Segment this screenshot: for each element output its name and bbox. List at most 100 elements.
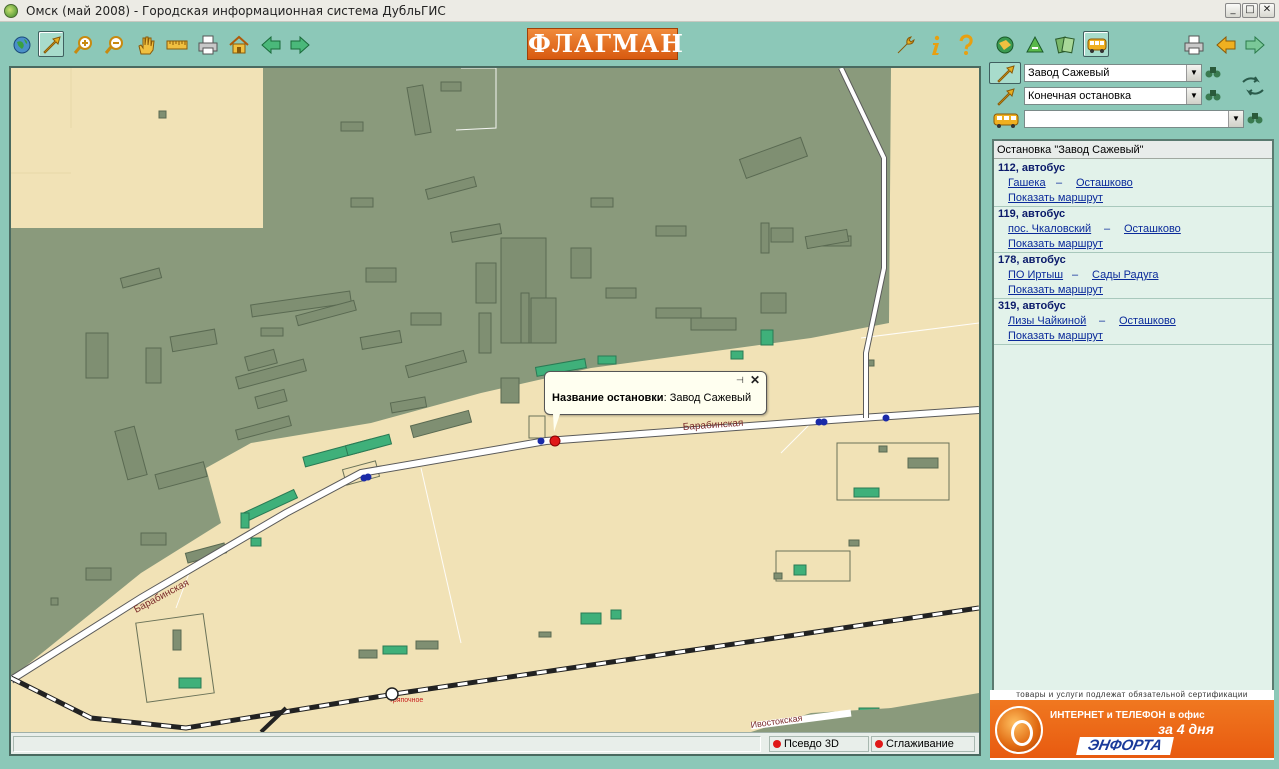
close-button[interactable]: ✕ [1259, 3, 1275, 18]
city-search-icon [996, 36, 1014, 54]
forward-arrow-icon [290, 35, 310, 55]
route-to-link[interactable]: Осташково [1076, 177, 1133, 189]
ruler-button[interactable] [163, 31, 189, 57]
home-icon [229, 35, 249, 54]
zoom-out-icon [104, 36, 123, 54]
red-dot-icon [773, 740, 781, 748]
stop-name-popup: ⊣ ✕ Название остановки: Завод Сажевый [544, 371, 767, 432]
ad-line1-small: в офис [1169, 710, 1205, 721]
select-arrow-button[interactable] [38, 31, 64, 57]
panel-back-button[interactable] [1212, 31, 1238, 57]
city-map[interactable]: Барабинская Барабинская Ивостокская Тряп… [11, 68, 979, 732]
stop-header: Остановка "Завод Сажевый" [994, 141, 1272, 159]
forward-arrow-icon [1245, 35, 1265, 55]
minimize-button[interactable]: _ [1225, 3, 1241, 18]
selected-bus-stop-marker[interactable] [549, 435, 561, 447]
route-search-panel: Завод Сажевый ▼ Конечная остановка ▼ ▼ Ост… [985, 62, 1279, 769]
help-button[interactable] [952, 31, 978, 57]
pin-icon[interactable]: ⊣ [736, 375, 744, 386]
info-icon [932, 35, 940, 55]
bus-route-button[interactable] [1083, 31, 1109, 57]
show-route-link[interactable]: Показать маршрут [1008, 330, 1103, 342]
ad-certification-note: товары и услуги подлежат обязательной се… [1016, 690, 1248, 699]
app-globe-icon [4, 4, 18, 18]
binoculars-icon[interactable] [1205, 88, 1221, 102]
address-search-icon [1026, 35, 1044, 53]
ad-brand: ЭНФОРТА [1076, 737, 1174, 755]
map-view[interactable]: Барабинская Барабинская Ивостокская Тряп… [9, 66, 981, 756]
home-button[interactable] [225, 31, 251, 57]
select-arrow-icon [997, 65, 1015, 83]
select-arrow-icon [43, 36, 61, 54]
flagman-logo[interactable]: ФЛАГМАН [527, 28, 683, 60]
status-bar: Псевдо 3D Сглаживание [11, 732, 979, 754]
ruler-icon [166, 40, 188, 50]
main-toolbar: ФЛАГМАН [0, 23, 1279, 63]
pan-hand-button[interactable] [132, 31, 158, 57]
title-bar: Омск (май 2008) - Городская информационн… [0, 0, 1279, 22]
route-from-link[interactable]: пос. Чкаловский [1008, 223, 1091, 235]
show-route-link[interactable]: Показать маршрут [1008, 192, 1103, 204]
zoom-in-button[interactable] [70, 31, 96, 57]
route-to-link[interactable]: Осташково [1124, 223, 1181, 235]
city-search-button[interactable] [991, 31, 1017, 57]
smoothing-toggle[interactable]: Сглаживание [871, 736, 975, 752]
smoothing-label: Сглаживание [886, 738, 954, 750]
globe-icon [13, 36, 31, 54]
forward-button[interactable] [286, 31, 312, 57]
wrench-icon [897, 36, 915, 54]
globe-button[interactable] [8, 31, 34, 57]
bus-stop-marker[interactable] [882, 414, 890, 422]
panel-forward-button[interactable] [1241, 31, 1267, 57]
back-button[interactable] [257, 31, 283, 57]
ad-headline: ИНТЕРНЕТ и ТЕЛЕФОН в офис [1050, 706, 1205, 721]
show-route-link[interactable]: Показать маршрут [1008, 284, 1103, 296]
zoom-out-button[interactable] [101, 31, 127, 57]
to-point-button[interactable] [989, 85, 1021, 107]
chevron-down-icon[interactable]: ▼ [1186, 65, 1201, 81]
bus-stop-marker[interactable] [364, 473, 372, 481]
transport-combo[interactable]: ▼ [1024, 110, 1244, 128]
popup-text: Название остановки: Завод Сажевый [552, 392, 752, 404]
select-arrow-icon [997, 88, 1015, 106]
ad-enforta[interactable]: ИНТЕРНЕТ и ТЕЛЕФОН в офис за 4 дня ЭНФОР… [990, 700, 1274, 758]
bus-route-icon [1087, 38, 1107, 53]
chevron-down-icon[interactable]: ▼ [1228, 111, 1243, 127]
window-title: Омск (май 2008) - Городская информационн… [26, 4, 446, 18]
from-stop-value: Завод Сажевый [1028, 67, 1110, 79]
info-button[interactable] [922, 31, 948, 57]
settings-button[interactable] [892, 31, 918, 57]
advertisement-banner[interactable]: товары и услуги подлежат обязательной се… [990, 690, 1274, 760]
show-route-link[interactable]: Показать маршрут [1008, 238, 1103, 250]
address-search-button[interactable] [1021, 31, 1047, 57]
ad-subline: за 4 дня [1158, 721, 1214, 737]
route-to-link[interactable]: Осташково [1119, 315, 1176, 327]
route-from-link[interactable]: Лизы Чайкиной [1008, 315, 1086, 327]
chevron-down-icon[interactable]: ▼ [1186, 88, 1201, 104]
binoculars-icon[interactable] [1247, 111, 1263, 125]
popup-label: Название остановки [552, 392, 664, 404]
route-from-link[interactable]: ПО Иртыш [1008, 269, 1063, 281]
popup-close-button[interactable]: ✕ [750, 373, 760, 387]
bus-stop-marker[interactable] [820, 418, 828, 426]
binoculars-icon[interactable] [1205, 65, 1221, 79]
pseudo-3d-toggle[interactable]: Псевдо 3D [769, 736, 869, 752]
print-route-button[interactable] [1180, 31, 1206, 57]
bus-icon [993, 113, 1019, 128]
maximize-button[interactable]: □ [1242, 3, 1258, 18]
railway-station-marker[interactable] [385, 687, 399, 701]
from-point-button[interactable] [989, 62, 1021, 84]
route-title: 178, автобус [998, 254, 1066, 266]
bus-stop-marker[interactable] [537, 437, 545, 445]
popup-value: Завод Сажевый [669, 392, 752, 404]
route-to-link[interactable]: Сады Радуга [1092, 269, 1158, 281]
to-stop-combo[interactable]: Конечная остановка ▼ [1024, 87, 1202, 105]
back-arrow-icon [261, 35, 281, 55]
from-stop-combo[interactable]: Завод Сажевый ▼ [1024, 64, 1202, 82]
transport-type-button[interactable] [989, 108, 1021, 130]
stop-routes-list: Остановка "Завод Сажевый" 112, автобус Г… [992, 139, 1274, 693]
route-from-link[interactable]: Гашека [1008, 177, 1046, 189]
route-title: 112, автобус [998, 162, 1066, 174]
organization-search-button[interactable] [1051, 31, 1077, 57]
print-button[interactable] [194, 31, 220, 57]
